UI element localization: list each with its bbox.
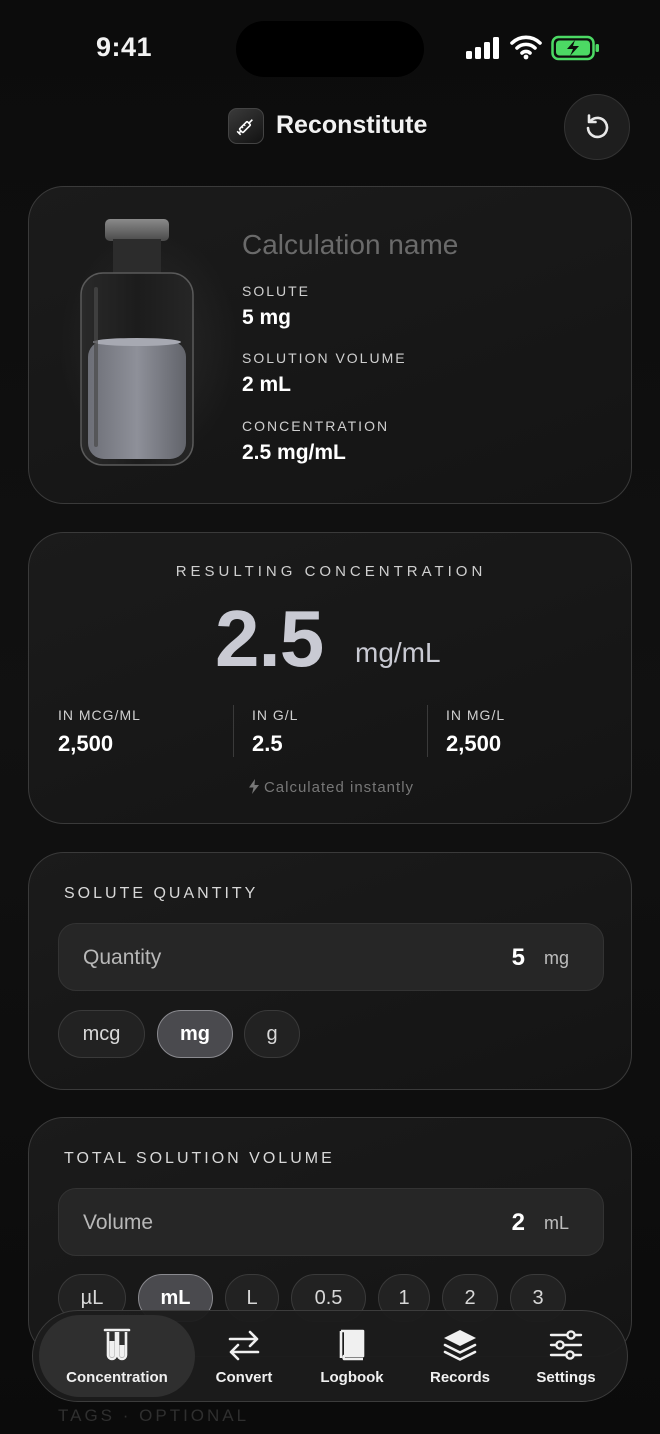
tab-label: Concentration bbox=[66, 1368, 168, 1386]
instant-text: Calculated instantly bbox=[263, 779, 415, 796]
tab-logbook[interactable]: Logbook bbox=[305, 1315, 399, 1397]
stat-value: 2.5 bbox=[252, 731, 283, 756]
stat-label: IN G/L bbox=[252, 707, 299, 723]
status-time: 9:41 bbox=[96, 32, 153, 62]
solution-volume-label: SOLUTION VOLUME bbox=[242, 350, 407, 366]
solution-volume-value: 2 mL bbox=[242, 373, 292, 396]
stat-mcg-per-ml: IN MCG/ML 2,500 bbox=[58, 707, 141, 757]
bolt-icon bbox=[248, 779, 259, 794]
stat-label: IN MG/L bbox=[446, 707, 506, 723]
reset-icon bbox=[586, 114, 609, 139]
cellular-signal-icon bbox=[466, 37, 499, 59]
volume-unit: mL bbox=[543, 1213, 569, 1233]
quantity-unit: mg bbox=[543, 948, 569, 968]
concentration-label: CONCENTRATION bbox=[242, 418, 390, 434]
calculated-instantly-note: Calculated instantly bbox=[29, 779, 633, 796]
book-icon bbox=[339, 1329, 365, 1360]
volume-value[interactable]: 2 bbox=[512, 1209, 525, 1237]
result-card: RESULTING CONCENTRATION 2.5 mg/mL IN MCG… bbox=[28, 532, 632, 824]
status-bar: 9:41 bbox=[0, 0, 660, 96]
solute-quantity-card: SOLUTE QUANTITY Quantity 5 mg mcg mg g bbox=[28, 852, 632, 1090]
quantity-value[interactable]: 5 bbox=[512, 944, 525, 972]
sliders-icon bbox=[549, 1329, 583, 1360]
stat-label: IN MCG/ML bbox=[58, 707, 141, 723]
solution-volume-title: TOTAL SOLUTION VOLUME bbox=[64, 1150, 335, 1167]
tab-convert[interactable]: Convert bbox=[197, 1315, 291, 1397]
result-unit: mg/mL bbox=[355, 637, 441, 668]
tab-bar: Concentration Convert Logbook Records Se… bbox=[32, 1310, 628, 1402]
tab-records[interactable]: Records bbox=[413, 1315, 507, 1397]
dynamic-island bbox=[236, 21, 424, 77]
quantity-input[interactable]: Quantity 5 mg bbox=[58, 923, 604, 991]
volume-input[interactable]: Volume 2 mL bbox=[58, 1188, 604, 1256]
wifi-icon bbox=[510, 35, 542, 60]
tab-label: Settings bbox=[536, 1368, 596, 1386]
calculation-name-input[interactable]: Calculation name bbox=[242, 229, 458, 261]
stat-g-per-l: IN G/L 2.5 bbox=[252, 707, 298, 757]
solute-label: SOLUTE bbox=[242, 283, 311, 299]
layers-icon bbox=[443, 1329, 477, 1361]
solute-value: 5 mg bbox=[242, 306, 292, 329]
syringe-icon bbox=[236, 119, 253, 136]
stat-divider bbox=[427, 705, 428, 757]
stat-divider bbox=[233, 705, 234, 757]
unit-chip-mcg[interactable]: mcg bbox=[58, 1010, 145, 1058]
quantity-label: Quantity bbox=[83, 946, 162, 969]
tab-label: Records bbox=[429, 1368, 491, 1386]
stat-value: 2,500 bbox=[446, 731, 502, 756]
tab-settings[interactable]: Settings bbox=[519, 1315, 613, 1397]
battery-charging-icon bbox=[551, 35, 599, 61]
arrows-exchange-icon bbox=[228, 1330, 260, 1360]
tab-label: Convert bbox=[215, 1368, 273, 1386]
tab-concentration[interactable]: Concentration bbox=[39, 1315, 195, 1397]
app-icon bbox=[228, 108, 264, 144]
volume-label: Volume bbox=[83, 1211, 154, 1234]
result-label: RESULTING CONCENTRATION bbox=[175, 563, 487, 580]
reset-button[interactable] bbox=[564, 94, 630, 160]
stat-value: 2,500 bbox=[58, 731, 114, 756]
tags-section-title: TAGS · OPTIONAL bbox=[58, 1406, 250, 1425]
concentration-value: 2.5 mg/mL bbox=[242, 441, 346, 464]
stat-mg-per-l: IN MG/L 2,500 bbox=[446, 707, 505, 757]
unit-chip-g[interactable]: g bbox=[244, 1010, 300, 1058]
tab-label: Logbook bbox=[320, 1368, 384, 1386]
unit-chip-mg[interactable]: mg bbox=[157, 1010, 233, 1058]
result-value: 2.5 bbox=[215, 594, 324, 683]
summary-card: Calculation name SOLUTE 5 mg SOLUTION VO… bbox=[28, 186, 632, 504]
vial-illustration bbox=[80, 219, 194, 466]
test-tubes-icon bbox=[103, 1328, 131, 1360]
page-title: Reconstitute bbox=[276, 111, 428, 139]
solute-quantity-title: SOLUTE QUANTITY bbox=[64, 885, 259, 902]
